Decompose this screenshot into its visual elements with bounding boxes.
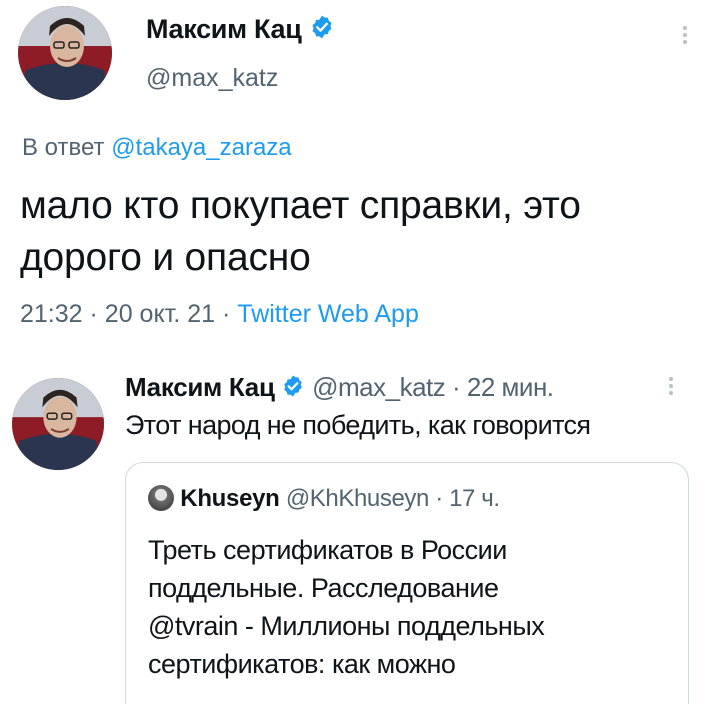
reply-author-name[interactable]: Максим Кац: [125, 372, 275, 402]
quoted-tweet-text: Треть сертификатов в России поддельные. …: [148, 531, 545, 683]
reply-to-link[interactable]: @takaya_zaraza: [111, 134, 291, 161]
quoted-text-line: поддельные. Расследование: [148, 573, 499, 603]
reply-tweet-text: Этот народ не победить, как говорится: [125, 410, 591, 440]
main-tweet-text-line2: дорого и опасно: [20, 236, 311, 279]
more-options-icon[interactable]: [671, 21, 699, 49]
quoted-age[interactable]: 17 ч.: [449, 485, 500, 512]
reply-prefix: В ответ: [22, 134, 105, 161]
quoted-text-line: сертификатов: как можно: [148, 649, 456, 679]
more-options-icon[interactable]: [657, 372, 685, 400]
tweet-date[interactable]: 20 окт. 21: [105, 300, 215, 328]
meta-separator: ·: [452, 372, 461, 402]
main-tweet-text-line1: мало кто покупает справки, это: [20, 184, 581, 227]
reply-author-handle[interactable]: @max_katz: [312, 372, 446, 402]
main-author-handle[interactable]: @max_katz: [146, 64, 278, 93]
quoted-author-handle[interactable]: @KhKhuseyn: [286, 485, 430, 512]
meta-separator: ·: [435, 485, 443, 512]
reply-header: Максим Кац @max_katz · 22 мин.: [125, 372, 554, 405]
quoted-text-line: Треть сертификатов в России: [148, 535, 507, 565]
quoted-author-avatar[interactable]: [148, 485, 174, 511]
meta-separator: ·: [222, 300, 231, 328]
reply-age[interactable]: 22 мин.: [467, 372, 554, 402]
quoted-author-name[interactable]: Khuseyn: [180, 485, 280, 512]
quoted-tweet-card[interactable]: Khuseyn @KhKhuseyn · 17 ч. Треть сертифи…: [125, 462, 689, 704]
avatar-main[interactable]: [18, 6, 112, 100]
meta-separator: ·: [89, 300, 98, 328]
main-author-name[interactable]: Максим Кац: [146, 14, 335, 47]
tweet-time[interactable]: 21:32: [20, 300, 83, 328]
main-tweet-meta: 21:32 · 20 окт. 21 · Twitter Web App: [20, 300, 419, 329]
quoted-header: Khuseyn @KhKhuseyn · 17 ч.: [148, 485, 500, 513]
quoted-text-line: @tvrain - Миллионы поддельных: [148, 611, 545, 641]
verified-badge-icon: [309, 14, 335, 47]
avatar-reply[interactable]: [12, 378, 104, 470]
reply-context: В ответ @takaya_zaraza: [22, 134, 292, 162]
verified-badge-icon: [281, 374, 305, 405]
tweet-source-link[interactable]: Twitter Web App: [237, 300, 419, 328]
main-tweet-text: мало кто покупает справки, это дорого и …: [20, 180, 581, 284]
